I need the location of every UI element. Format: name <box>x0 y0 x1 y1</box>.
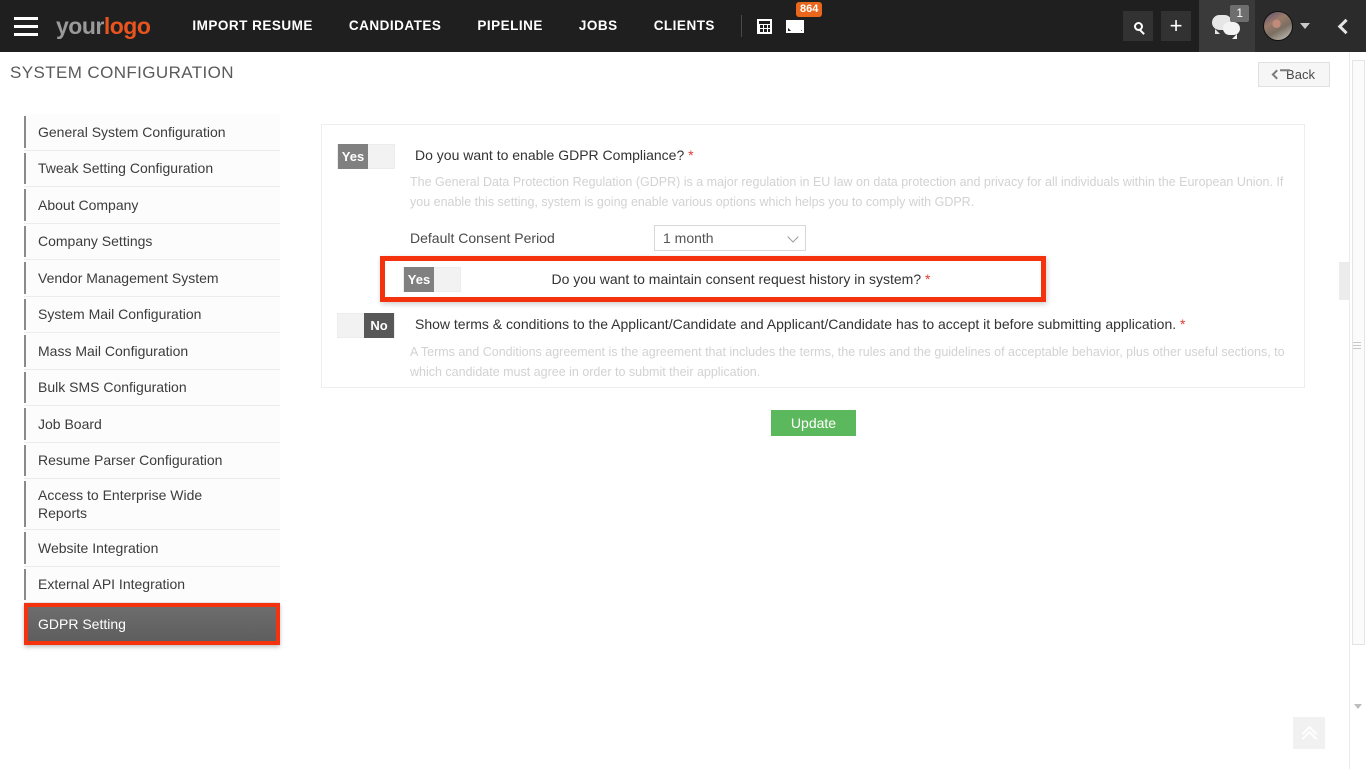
gdpr-compliance-toggle[interactable]: Yes <box>337 144 395 169</box>
back-button-label: Back <box>1286 67 1315 82</box>
scrollbar-thumb[interactable] <box>1352 60 1365 645</box>
sidebar-item-vendor-management-system[interactable]: Vendor Management System <box>24 260 280 297</box>
chevron-down-icon <box>1300 23 1310 29</box>
terms-conditions-question: Show terms & conditions to the Applicant… <box>415 313 1185 338</box>
arrow-left-icon <box>1271 69 1282 80</box>
scroll-to-top-button[interactable] <box>1293 717 1325 749</box>
sidebar-item-general-system-configuration[interactable]: General System Configuration <box>24 114 280 151</box>
user-avatar-menu[interactable] <box>1255 0 1320 52</box>
page-scrollbar[interactable] <box>1349 52 1366 769</box>
consent-history-row-highlighted: Yes Do you want to maintain consent requ… <box>380 256 1046 302</box>
primary-nav-links: IMPORT RESUME CANDIDATES PIPELINE JOBS C… <box>174 0 733 52</box>
gdpr-compliance-toggle-value: Yes <box>338 144 368 169</box>
sidebar-item-tweak-setting-configuration[interactable]: Tweak Setting Configuration <box>24 150 280 187</box>
gdpr-compliance-question-text: Do you want to enable GDPR Compliance? <box>415 147 685 163</box>
gdpr-compliance-row: Yes Do you want to enable GDPR Complianc… <box>337 144 694 169</box>
gdpr-compliance-description: The General Data Protection Regulation (… <box>410 175 1284 209</box>
nav-right-group: + 1 <box>1123 0 1366 52</box>
required-asterisk: * <box>1180 316 1186 332</box>
hamburger-menu-icon[interactable] <box>0 0 52 52</box>
consent-history-toggle-value: Yes <box>404 266 434 292</box>
sidebar-item-resume-parser-configuration[interactable]: Resume Parser Configuration <box>24 442 280 479</box>
avatar <box>1263 11 1293 41</box>
gdpr-compliance-question: Do you want to enable GDPR Compliance? * <box>415 144 694 169</box>
consent-history-question-text: Do you want to maintain consent request … <box>551 271 922 287</box>
nav-item-import-resume[interactable]: IMPORT RESUME <box>174 0 331 52</box>
sidebar-item-external-api-integration[interactable]: External API Integration <box>24 566 280 603</box>
nav-item-jobs[interactable]: JOBS <box>561 0 636 52</box>
sidebar-item-company-settings[interactable]: Company Settings <box>24 223 280 260</box>
required-asterisk: * <box>925 271 931 287</box>
sidebar-item-access-to-enterprise-wide-reports[interactable]: Access to Enterprise Wide Reports <box>24 479 280 530</box>
calendar-icon[interactable] <box>750 0 780 52</box>
sidebar-collapse-button[interactable] <box>1320 0 1366 52</box>
chat-icon[interactable]: 1 <box>1199 0 1255 52</box>
sidebar-item-gdpr-setting[interactable]: GDPR Setting <box>24 603 280 645</box>
top-navigation-bar: yourlogo IMPORT RESUME CANDIDATES PIPELI… <box>0 0 1366 52</box>
chat-badge-count: 1 <box>1230 5 1249 22</box>
chevron-left-icon <box>1337 18 1353 34</box>
nav-item-candidates[interactable]: CANDIDATES <box>331 0 460 52</box>
terms-conditions-question-text: Show terms & conditions to the Applicant… <box>415 316 1177 332</box>
gdpr-settings-card: Yes Do you want to enable GDPR Complianc… <box>321 124 1305 388</box>
terms-conditions-toggle-value: No <box>364 313 394 338</box>
required-asterisk: * <box>688 147 694 163</box>
sidebar-item-bulk-sms-configuration[interactable]: Bulk SMS Configuration <box>24 369 280 406</box>
update-button[interactable]: Update <box>771 410 856 436</box>
default-consent-period-label: Default Consent Period <box>410 230 555 246</box>
mail-badge-count: 864 <box>795 2 823 17</box>
page-title: SYSTEM CONFIGURATION <box>10 63 234 82</box>
nav-item-clients[interactable]: CLIENTS <box>636 0 733 52</box>
mail-icon[interactable]: 864 <box>780 0 823 52</box>
sidebar-item-about-company[interactable]: About Company <box>24 187 280 224</box>
search-icon[interactable] <box>1123 11 1153 41</box>
app-logo[interactable]: yourlogo <box>56 12 151 40</box>
sidebar-item-system-mail-configuration[interactable]: System Mail Configuration <box>24 296 280 333</box>
logo-text-part1: your <box>56 12 104 39</box>
nav-item-pipeline[interactable]: PIPELINE <box>459 0 561 52</box>
scroll-down-arrow-icon[interactable] <box>1354 704 1362 709</box>
sidebar-item-website-integration[interactable]: Website Integration <box>24 530 280 567</box>
chevron-double-up-icon <box>1303 727 1315 739</box>
default-consent-period-select[interactable]: 1 month <box>654 225 806 251</box>
settings-sidebar: General System Configuration Tweak Setti… <box>24 114 280 645</box>
inner-scrollbar[interactable] <box>1339 262 1349 300</box>
plus-icon[interactable]: + <box>1161 11 1191 41</box>
consent-history-question: Do you want to maintain consent request … <box>461 271 1041 287</box>
nav-divider <box>740 15 742 37</box>
default-consent-period-row: Default Consent Period 1 month <box>410 225 806 251</box>
terms-conditions-row: No Show terms & conditions to the Applic… <box>337 313 1185 338</box>
back-button[interactable]: Back <box>1258 62 1330 87</box>
default-consent-period-value: 1 month <box>663 230 714 246</box>
consent-history-toggle[interactable]: Yes <box>403 266 461 292</box>
sidebar-item-job-board[interactable]: Job Board <box>24 406 280 443</box>
terms-conditions-description: A Terms and Conditions agreement is the … <box>410 345 1285 379</box>
sidebar-item-mass-mail-configuration[interactable]: Mass Mail Configuration <box>24 333 280 370</box>
logo-text-part2: logo <box>103 12 151 39</box>
chevron-down-icon <box>787 230 799 243</box>
scrollbar-grip <box>1353 342 1361 349</box>
terms-conditions-toggle[interactable]: No <box>337 313 395 338</box>
